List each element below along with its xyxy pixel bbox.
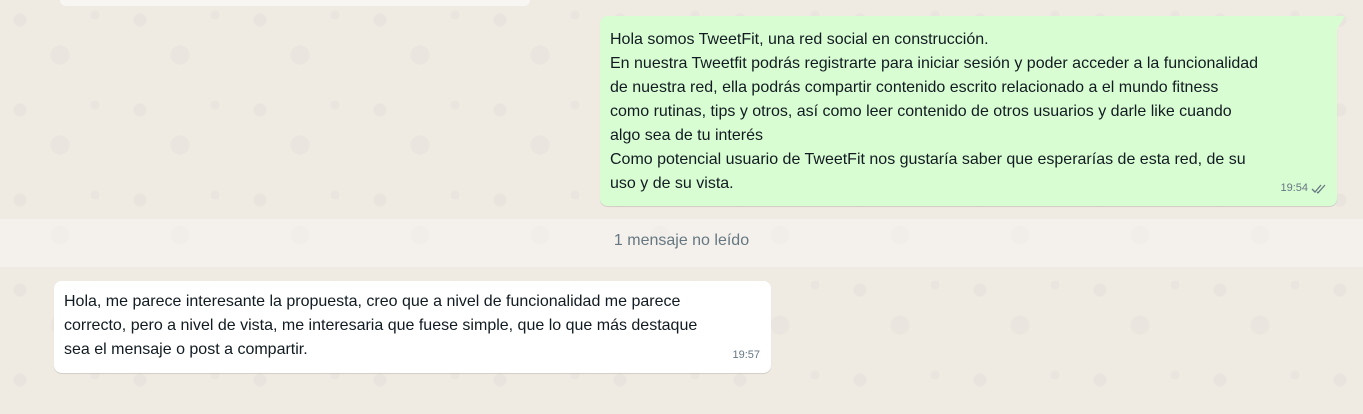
bottom-edge [0, 404, 1363, 414]
message-line: Hola, me parece interesante la propuesta… [64, 293, 681, 310]
message-time: 19:54 [1280, 182, 1308, 194]
message-tail [1337, 16, 1345, 29]
previous-message-edge [60, 0, 530, 6]
message-line: uso y de su vista. [610, 175, 734, 192]
message-line: algo sea de tu interés [610, 127, 763, 144]
message-line: como rutinas, tips y otros, así como lee… [610, 103, 1232, 120]
message-line: sea el mensaje o post a compartir. [64, 341, 308, 358]
double-check-icon [1311, 184, 1326, 194]
incoming-message[interactable]: Hola, me parece interesante la propuesta… [54, 281, 771, 373]
message-meta: 19:57 [732, 343, 760, 367]
message-meta: 19:54 [1280, 176, 1327, 200]
message-line: Hola somos TweetFit, una red social en c… [610, 31, 989, 48]
message-line: Como potencial usuario de TweetFit nos g… [610, 151, 1246, 168]
message-line: correcto, pero a nivel de vista, me inte… [64, 317, 698, 334]
message-time: 19:57 [732, 349, 760, 361]
unread-divider-label: 1 mensaje no leído [613, 232, 750, 249]
message-line: En nuestra Tweetfit podrás registrarte p… [610, 55, 1259, 72]
outgoing-message[interactable]: Hola somos TweetFit, una red social en c… [600, 16, 1345, 206]
message-line: de nuestra red, ella podrás compartir co… [610, 79, 1219, 96]
